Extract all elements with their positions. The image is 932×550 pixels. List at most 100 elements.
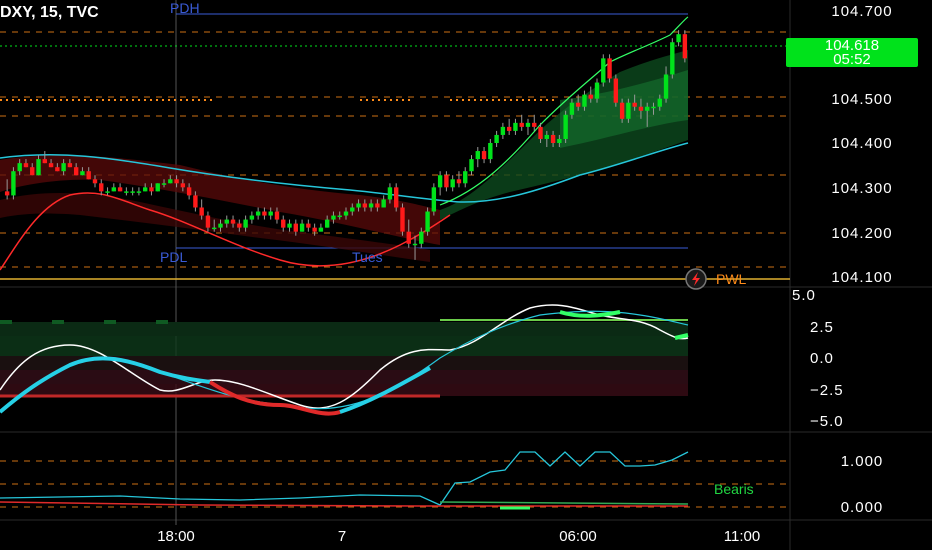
candle-body <box>237 223 242 228</box>
time-tick-1800: 18:00 <box>157 528 195 545</box>
candle-body <box>387 187 393 200</box>
price-tick-104200: 104.200 <box>831 225 893 242</box>
osc-tick-minus-2-5: −2.5 <box>810 382 844 399</box>
candle-body <box>368 203 374 208</box>
candle-body <box>281 219 286 228</box>
candle-body <box>337 215 342 218</box>
candle-body <box>601 58 606 83</box>
candle-body <box>262 211 267 216</box>
price-tick-104700: 104.700 <box>831 3 893 20</box>
price-tick-104400: 104.400 <box>831 135 893 152</box>
pwl-label: PWL <box>716 271 747 287</box>
candle-body <box>105 191 110 193</box>
candle-body <box>375 203 380 208</box>
candle-body <box>331 215 336 220</box>
candle-body <box>174 179 179 184</box>
price-tick-104300: 104.300 <box>831 180 893 197</box>
candle-body <box>481 151 487 160</box>
candle-body <box>4 191 10 196</box>
candle-body <box>30 167 35 176</box>
candle-body <box>406 231 411 244</box>
candle-body <box>437 175 443 188</box>
candle-body <box>287 223 292 228</box>
candle-body <box>588 94 593 99</box>
candle-body <box>99 183 104 192</box>
pdh-label: PDH <box>170 0 200 16</box>
bearish-label: Bearis <box>714 481 754 497</box>
candle-body <box>193 195 198 208</box>
candle-body <box>48 163 54 168</box>
tues-label: Tues <box>352 249 383 265</box>
candle-body <box>463 171 468 184</box>
candle-body <box>324 219 330 228</box>
candle-body <box>569 102 575 115</box>
candle-body <box>268 211 273 216</box>
candle-body <box>456 179 462 184</box>
candle-body <box>312 227 317 232</box>
candle-body <box>563 114 568 139</box>
candle-body <box>638 106 644 111</box>
candle-body <box>168 179 173 184</box>
osc-tick-0: 0.0 <box>810 350 834 367</box>
time-tick-0600: 06:00 <box>559 528 597 545</box>
candle-body <box>670 42 675 75</box>
candle-body <box>626 102 631 119</box>
candle-body <box>400 207 405 232</box>
candle-body <box>550 134 556 143</box>
candle-body <box>431 187 437 212</box>
candle-body <box>651 106 656 109</box>
candle-body <box>111 187 117 192</box>
candle-body <box>538 126 543 139</box>
candle-body <box>142 187 148 192</box>
candle-body <box>11 171 16 196</box>
candle-body <box>594 82 600 99</box>
candle-body <box>613 78 619 103</box>
candle-body <box>419 231 424 244</box>
candle-body <box>136 191 142 193</box>
candle-body <box>557 138 562 143</box>
candle-body <box>199 207 204 216</box>
ind3-tick-0: 0.000 <box>840 499 884 516</box>
candle-body <box>475 151 480 160</box>
candle-body <box>293 223 298 232</box>
candle-body <box>663 74 669 99</box>
candle-body <box>350 207 355 212</box>
candle-body <box>299 223 305 232</box>
symbol-title[interactable]: DXY, 15, TVC <box>0 4 99 22</box>
candle-body <box>582 94 587 107</box>
candle-body <box>249 215 255 220</box>
candle-body <box>80 171 85 176</box>
candle-body <box>124 191 129 193</box>
candle-body <box>61 163 66 172</box>
lightning-icon <box>685 268 707 290</box>
candle-body <box>519 122 524 127</box>
candle-body <box>425 211 430 232</box>
candle-body <box>525 122 531 127</box>
candle-body <box>444 175 449 188</box>
candle-body <box>17 163 22 172</box>
candle-body <box>450 179 455 188</box>
candle-body <box>55 167 60 172</box>
candle-body <box>205 215 211 228</box>
indicator3-cyan-line <box>0 451 689 506</box>
candle-body <box>632 102 637 107</box>
time-tick-7: 7 <box>337 528 347 545</box>
candle-body <box>362 203 368 208</box>
candle-body <box>274 211 280 220</box>
candle-body <box>356 203 361 208</box>
osc-tick-minus-5: −5.0 <box>810 413 844 430</box>
candle-body <box>500 126 506 135</box>
candle-body <box>230 219 236 224</box>
osc-tick-2-5: 2.5 <box>810 319 834 336</box>
candle-body <box>130 191 135 193</box>
candle-body <box>212 227 217 230</box>
candle-body <box>506 126 512 131</box>
candle-body <box>394 187 399 208</box>
time-tick-1100: 11:00 <box>723 528 761 545</box>
candle-body <box>412 243 418 246</box>
candle-body <box>23 163 29 168</box>
candle-body <box>544 134 550 139</box>
price-tick-104100: 104.100 <box>831 269 893 286</box>
candle-body <box>619 102 625 119</box>
candle-body <box>67 163 73 168</box>
